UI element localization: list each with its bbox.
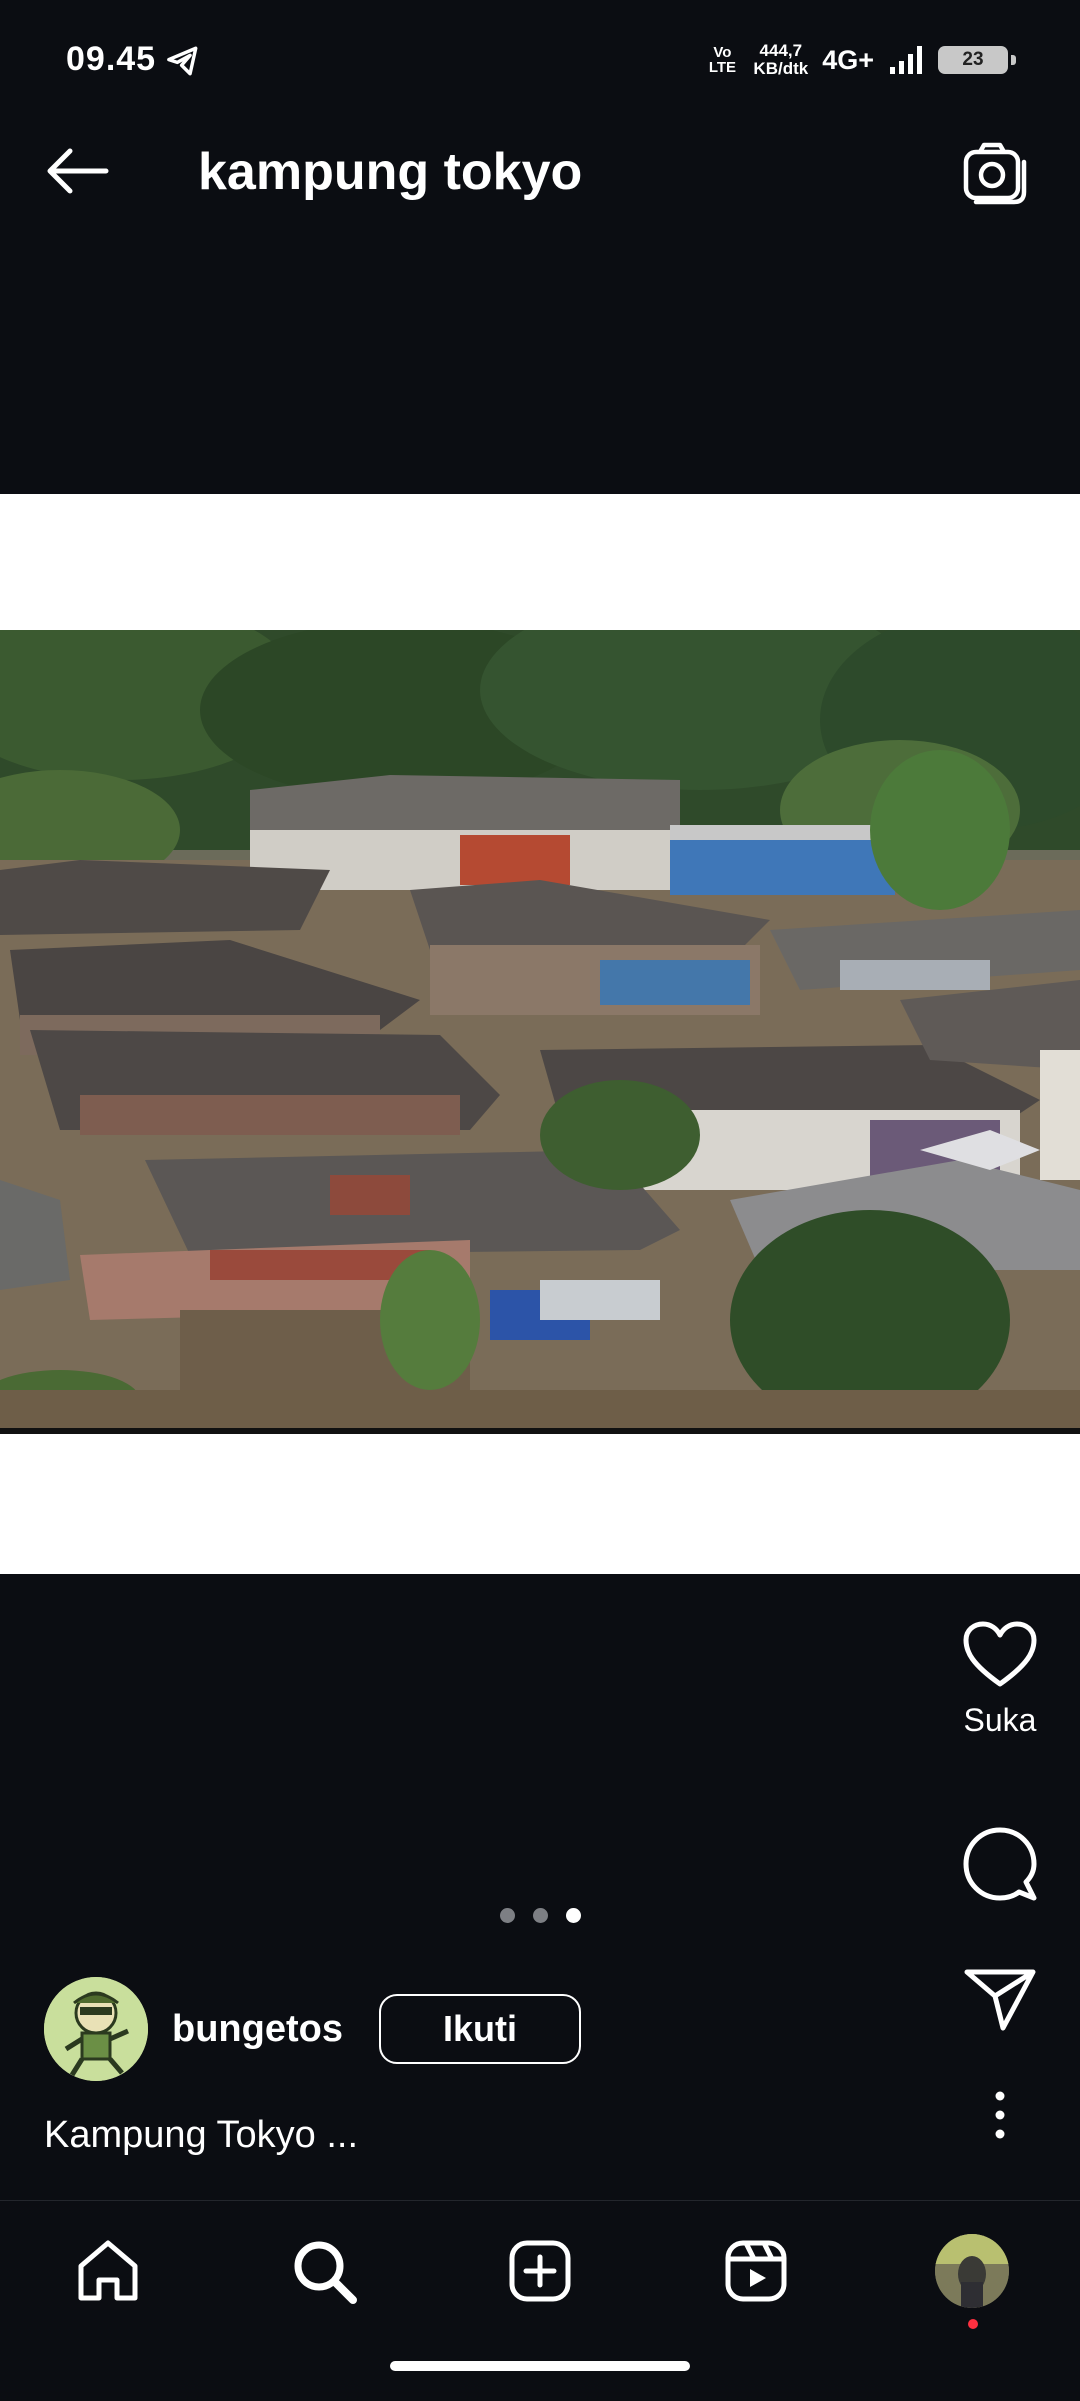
nav-search[interactable]: [284, 2231, 364, 2311]
cartoon-avatar-image: [44, 1977, 148, 2081]
heart-icon: [963, 1621, 1037, 1687]
page-title: kampung tokyo: [198, 143, 583, 201]
top-bar: kampung tokyo: [0, 120, 1080, 220]
battery-level: 23: [962, 49, 984, 70]
notification-dot: [968, 2319, 978, 2329]
nav-create[interactable]: [500, 2231, 580, 2311]
post-caption[interactable]: Kampung Tokyo ...: [44, 2114, 358, 2157]
volte-indicator: Vo LTE: [708, 44, 737, 76]
plus-square-icon: [509, 2240, 571, 2302]
battery-indicator: 23: [938, 44, 1020, 76]
status-bar: 09.45 Vo LTE 444,7 KB/dtk 4G+ 23: [0, 0, 1080, 120]
home-icon: [78, 2240, 138, 2301]
carousel-dot: [499, 1908, 515, 1923]
carousel-dot: [532, 1908, 548, 1923]
carousel-dot-active: [565, 1908, 581, 1923]
post-media[interactable]: [0, 494, 1080, 1574]
telegram-icon: [167, 46, 198, 76]
status-indicators: Vo LTE 444,7 KB/dtk 4G+ 23: [705, 38, 1020, 82]
like-button[interactable]: Suka: [920, 1620, 1080, 1739]
search-icon: [294, 2241, 357, 2304]
share-button[interactable]: [920, 1966, 1080, 2032]
author-avatar[interactable]: [44, 1977, 148, 2081]
village-photo: [0, 630, 1080, 1434]
network-speed: 444,7 KB/dtk: [753, 42, 808, 78]
post-author-row: bungetos Ikuti: [44, 1976, 581, 2082]
send-icon: [964, 1969, 1036, 2031]
network-speed-unit: KB/dtk: [753, 59, 809, 78]
author-username[interactable]: bungetos: [172, 2008, 343, 2051]
profile-photo: [935, 2234, 1009, 2308]
follow-button[interactable]: Ikuti: [378, 1994, 581, 2064]
signal-icon: [890, 46, 922, 74]
post-photo[interactable]: [0, 630, 1080, 1434]
nav-home[interactable]: [68, 2231, 148, 2311]
nav-profile[interactable]: [932, 2231, 1012, 2329]
status-time: 09.45: [66, 40, 157, 78]
home-indicator[interactable]: [390, 2361, 690, 2371]
camera-icon[interactable]: [962, 140, 1028, 206]
network-speed-value: 444,7: [759, 41, 803, 60]
comment-bubble-icon: [963, 1827, 1037, 1901]
network-type: 4G+: [822, 44, 874, 75]
more-vertical-icon: [995, 2091, 1005, 2139]
bottom-navigation: [0, 2200, 1080, 2401]
profile-avatar: [935, 2234, 1009, 2308]
comment-button[interactable]: [920, 1826, 1080, 1902]
arrow-left-icon[interactable]: [42, 146, 112, 196]
more-options-button[interactable]: [920, 2090, 1080, 2140]
reels-icon: [725, 2240, 787, 2302]
like-label: Suka: [963, 1702, 1037, 1738]
nav-reels[interactable]: [716, 2231, 796, 2311]
carousel-indicator: [0, 1908, 1080, 1923]
